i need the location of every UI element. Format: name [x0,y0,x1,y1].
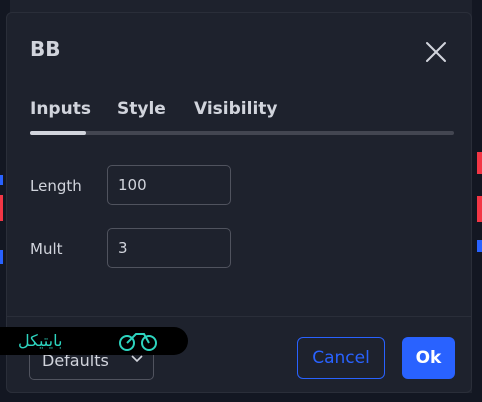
length-label: Length [30,177,82,195]
chart-mark [477,152,482,174]
bicycle-logo [119,333,157,351]
watermark-banner: بایتیکل [0,327,188,355]
footer-divider [7,316,471,317]
cancel-button[interactable]: Cancel [297,337,385,379]
watermark-text: بایتیکل [18,331,63,350]
chevron-down-icon [131,355,143,363]
chart-mark [477,196,482,222]
tab-visibility[interactable]: Visibility [194,99,278,119]
chart-mark [0,250,3,264]
ok-button[interactable]: Ok [402,337,455,379]
chart-mark [0,175,3,185]
close-icon[interactable] [423,39,449,65]
chart-mark [0,195,3,221]
dialog-title: BB [30,37,61,61]
chart-edge-bottom [0,393,482,402]
active-tab-indicator [30,131,86,135]
mult-label: Mult [30,240,63,258]
mult-input[interactable] [107,228,231,268]
tab-inputs[interactable]: Inputs [30,99,91,119]
length-input[interactable] [107,165,231,205]
tab-track [30,131,454,135]
chart-mark [477,240,482,252]
tab-style[interactable]: Style [117,99,166,119]
